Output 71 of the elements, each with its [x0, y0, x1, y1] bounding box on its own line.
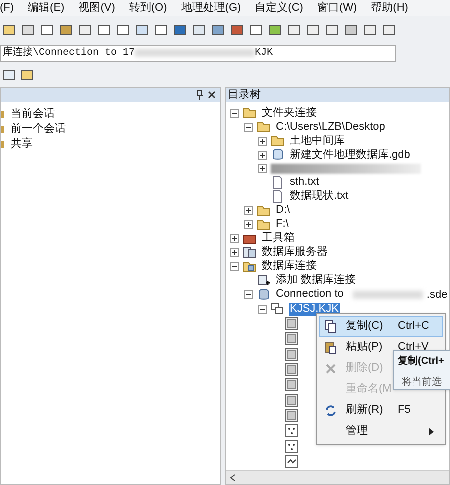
tree-item[interactable]: 土地中间库	[289, 134, 346, 148]
raster-icon	[285, 378, 299, 392]
raster-icon	[285, 348, 299, 362]
tree-item[interactable]: KJSJ.KJK	[289, 302, 340, 316]
location-text: 库连接\Connection to 17	[3, 46, 136, 60]
tree-item[interactable]: 文件夹连接	[261, 106, 318, 120]
server-icon	[243, 246, 257, 260]
menu-item[interactable]: 地理处理(G)	[181, 0, 242, 16]
expand-icon[interactable]	[258, 136, 267, 146]
tree-item[interactable]: D:\	[275, 204, 292, 218]
tree-item[interactable]: 新建文件地理数据库.gdb	[289, 148, 412, 162]
refresh-icon	[324, 404, 338, 418]
tooltip-title: 复制(Ctrl+	[398, 354, 446, 369]
point-layer-icon	[285, 440, 299, 454]
expand-icon[interactable]	[230, 234, 239, 244]
expand-icon[interactable]	[244, 220, 253, 230]
tree-item[interactable]: 数据库连接	[261, 260, 318, 274]
point-layer-icon	[285, 424, 299, 438]
menu-item[interactable]: 编辑(E)	[28, 0, 65, 16]
tree-item[interactable]: 添加 数据库连接	[275, 274, 358, 288]
menu-item[interactable]: 转到(O)	[129, 0, 168, 16]
tree-item[interactable]: Connection to	[275, 288, 345, 302]
menu-item[interactable]: (F)	[0, 0, 14, 16]
tree-item[interactable]: C:\Users\LZB\Desktop	[275, 120, 386, 134]
tree-item[interactable]: 数据库服务器	[261, 246, 329, 260]
raster-icon	[285, 316, 299, 331]
tooltip-text: 将当前选	[401, 376, 443, 390]
tree-item[interactable]: 数据现状.txt	[289, 190, 350, 204]
database-icon	[271, 148, 285, 162]
collapse-icon[interactable]	[244, 122, 253, 132]
tree-item-suffix: .sde	[426, 288, 448, 303]
submenu-arrow-icon	[429, 428, 434, 436]
close-icon[interactable]	[208, 91, 216, 99]
blurred-text	[352, 290, 423, 299]
session-item[interactable]: 共享	[11, 136, 33, 153]
menu-item[interactable]: 自定义(C)	[255, 0, 304, 16]
session-item[interactable]: 当前会话	[11, 106, 55, 123]
expand-icon[interactable]	[230, 248, 239, 258]
menu-item[interactable]: 刷新(R) F5	[319, 400, 443, 421]
collapse-icon[interactable]	[258, 304, 267, 314]
collapse-icon[interactable]	[244, 290, 253, 300]
location-field[interactable]: 库连接\Connection to 17 KJK	[0, 44, 396, 62]
panel-title: 目录树	[228, 88, 261, 103]
session-item[interactable]: 前一个会话	[11, 121, 66, 138]
line-layer-icon	[285, 455, 299, 470]
menu-item[interactable]: 管理	[319, 421, 443, 442]
menu-item[interactable]: 帮助(H)	[371, 0, 408, 16]
pin-icon[interactable]	[196, 90, 204, 100]
raster-icon	[285, 362, 299, 377]
expand-icon[interactable]	[258, 164, 267, 174]
expand-icon[interactable]	[244, 206, 253, 216]
raster-icon	[285, 332, 299, 346]
location-text: KJK	[255, 46, 274, 60]
database-icon	[257, 288, 271, 302]
add-connection-icon	[257, 274, 271, 288]
document-icon	[271, 190, 285, 204]
tree-item[interactable]: sth.txt	[289, 176, 320, 190]
tree-item[interactable]: 工具箱	[261, 232, 296, 246]
menu-item[interactable]: 窗口(W)	[317, 0, 358, 16]
collapse-icon[interactable]	[230, 108, 239, 118]
raster-icon	[285, 409, 299, 424]
horizontal-scrollbar[interactable]	[226, 470, 449, 484]
raster-icon	[285, 394, 299, 408]
scroll-left-icon[interactable]	[230, 474, 236, 482]
expand-icon[interactable]	[258, 150, 267, 160]
dataset-icon	[271, 302, 285, 316]
menu-item[interactable]: 复制(C) Ctrl+C	[319, 316, 443, 337]
collapse-icon[interactable]	[230, 262, 239, 272]
menu-item[interactable]: 视图(V)	[78, 0, 116, 16]
document-icon	[271, 176, 285, 190]
tree-item[interactable]: F:\	[275, 218, 290, 232]
